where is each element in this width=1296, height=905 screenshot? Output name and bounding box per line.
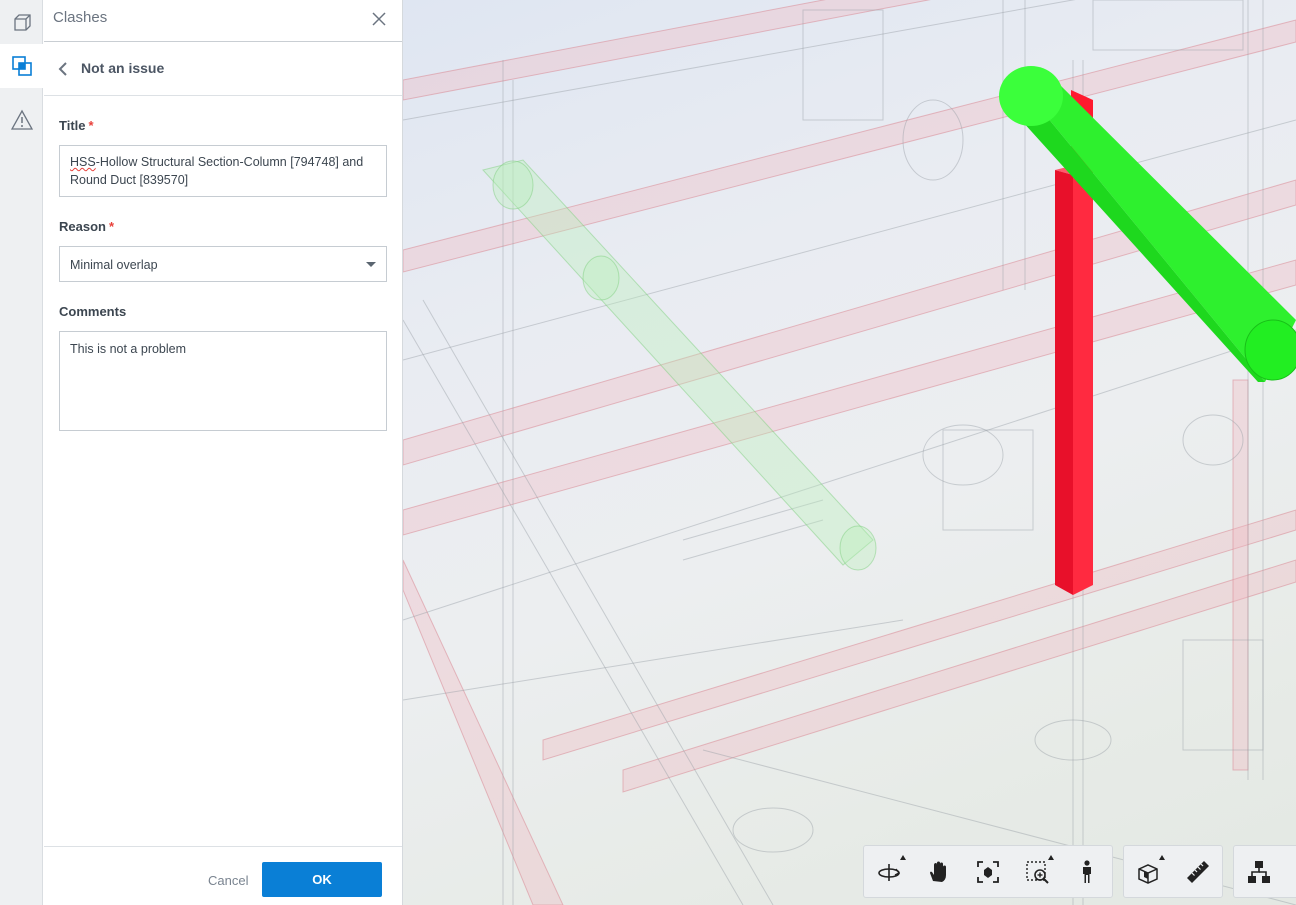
title-input[interactable]: HSS-Hollow Structural Section-Column [79…: [59, 145, 387, 197]
fit-to-view-button[interactable]: [963, 845, 1013, 898]
panel-title: Clashes: [53, 9, 108, 26]
subheader: Not an issue: [44, 43, 402, 96]
warning-icon: [10, 109, 33, 130]
first-person-button[interactable]: [1062, 845, 1112, 898]
pan-button[interactable]: [914, 845, 964, 898]
model-tree-icon: [1248, 860, 1270, 883]
model-scene: [403, 0, 1296, 905]
caret-up-icon: [1048, 855, 1055, 860]
title-value-misspelled: HSS: [70, 155, 96, 169]
required-asterisk: *: [88, 118, 94, 133]
reason-selected-value: Minimal overlap: [70, 258, 158, 272]
zoom-window-icon: [1025, 860, 1049, 884]
comments-textarea[interactable]: This is not a problem: [59, 331, 387, 431]
reason-select[interactable]: Minimal overlap: [59, 246, 387, 282]
tools-toolbar: [1123, 845, 1223, 898]
clashes-icon: [11, 56, 32, 76]
ghost-duct: [482, 159, 877, 571]
fit-to-view-icon: [977, 860, 999, 883]
close-icon[interactable]: [370, 10, 388, 28]
pan-hand-icon: [930, 861, 947, 882]
caret-up-icon: [1159, 855, 1165, 860]
ok-button[interactable]: OK: [262, 862, 382, 897]
title-value: -Hollow Structural Section-Column [79474…: [70, 155, 364, 187]
orbit-button[interactable]: [864, 845, 914, 898]
subheader-title: Not an issue: [81, 60, 165, 76]
title-label: Title *: [59, 118, 94, 133]
section-box-icon: [1137, 863, 1158, 884]
measure-ruler-icon: [1186, 860, 1209, 883]
cancel-button[interactable]: Cancel: [208, 873, 248, 888]
model-tree-button[interactable]: [1234, 845, 1284, 898]
panel-header: Clashes: [44, 0, 402, 42]
chevron-left-icon[interactable]: [56, 60, 70, 78]
title-label-text: Title: [59, 118, 86, 133]
comments-label: Comments: [59, 304, 127, 319]
required-asterisk: *: [108, 219, 115, 234]
first-person-icon: [1083, 859, 1092, 883]
structural-beams: [403, 0, 1296, 905]
navigation-toolbar: [863, 845, 1113, 898]
reason-label-text: Reason: [59, 219, 106, 234]
orbit-icon: [877, 863, 900, 881]
model-browser-button[interactable]: [0, 0, 43, 44]
reason-label: Reason *: [59, 219, 114, 234]
caret-up-icon: [899, 855, 906, 860]
model-toolbar: [1233, 845, 1296, 898]
clashes-tab-button[interactable]: [0, 44, 43, 88]
measure-button[interactable]: [1173, 845, 1222, 898]
section-box-button[interactable]: [1124, 845, 1173, 898]
issues-button[interactable]: [0, 98, 43, 142]
left-icon-rail: [0, 0, 43, 905]
cube-icon: [13, 14, 31, 31]
zoom-window-button[interactable]: [1013, 845, 1063, 898]
panel-footer: Cancel OK: [44, 846, 402, 905]
model-viewport[interactable]: [403, 0, 1296, 905]
clashes-panel: Clashes Not an issue Title * HSS-Hollow S…: [44, 0, 403, 905]
caret-down-icon: [366, 262, 376, 267]
